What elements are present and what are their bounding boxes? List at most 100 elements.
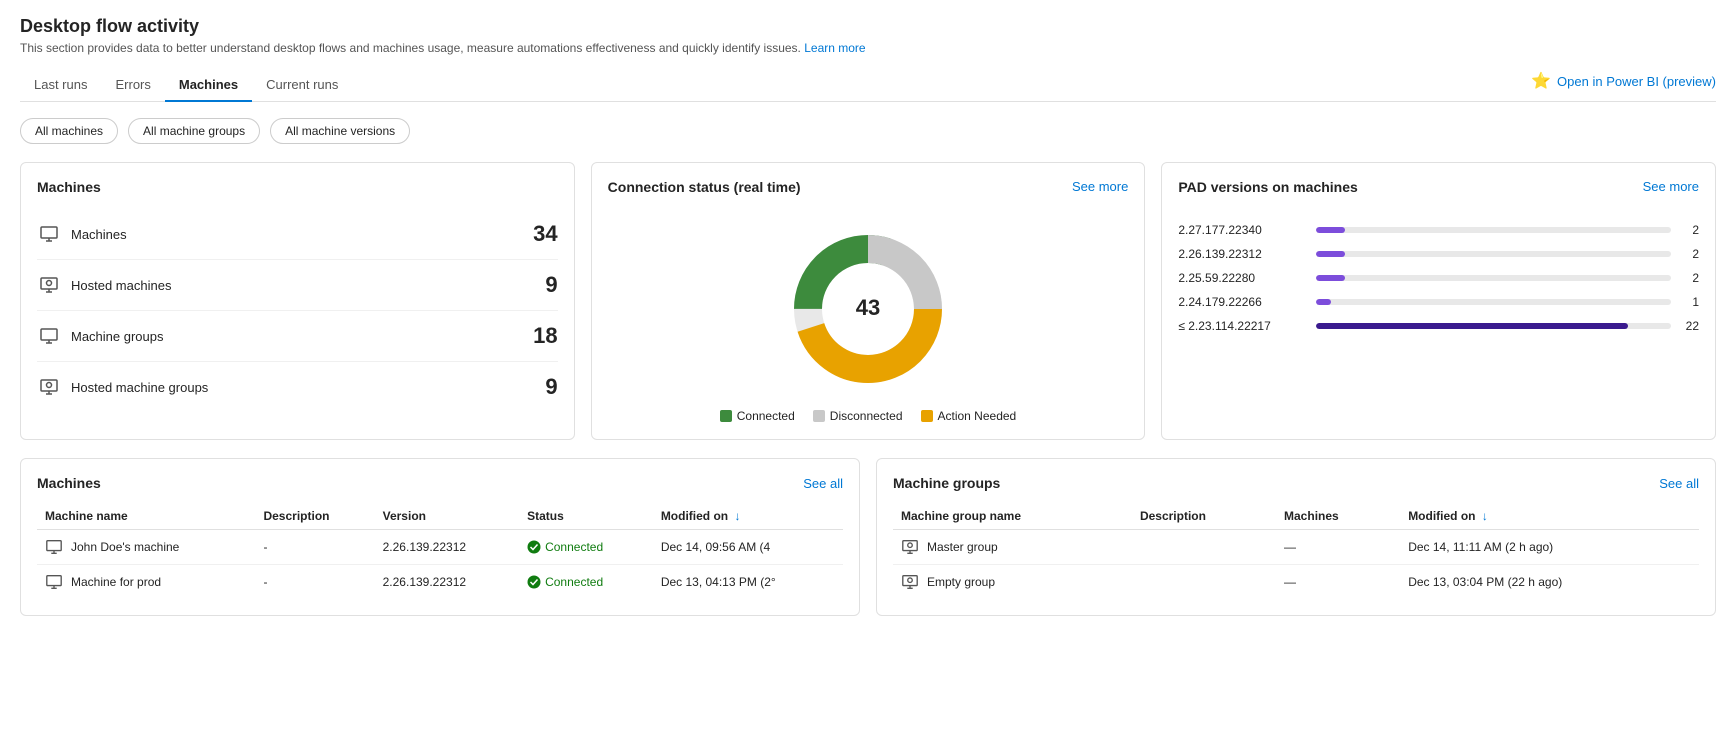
pad-versions-card: PAD versions on machines See more 2.27.1…	[1161, 162, 1716, 440]
pad-count: 1	[1679, 295, 1699, 309]
machines-cell: —	[1276, 530, 1400, 565]
legend-connected-label: Connected	[737, 409, 795, 423]
description-cell	[1132, 530, 1276, 565]
machines-cell: —	[1276, 565, 1400, 600]
filter-all-machines[interactable]: All machines	[20, 118, 118, 144]
check-circle-icon	[527, 540, 541, 554]
col-modified-on[interactable]: Modified on ↓	[653, 503, 843, 530]
donut-chart: 43	[608, 219, 1129, 399]
pad-bar-container	[1316, 323, 1671, 329]
machines-see-all-link[interactable]: See all	[803, 476, 843, 491]
modified-on-cell: Dec 13, 03:04 PM (22 h ago)	[1400, 565, 1699, 600]
tab-current-runs[interactable]: Current runs	[252, 69, 352, 102]
machine-groups-table-title: Machine groups	[893, 475, 1000, 491]
version-cell: 2.26.139.22312	[375, 530, 519, 565]
machine-name-cell: Machine for prod	[37, 565, 255, 600]
page-subtitle: This section provides data to better und…	[20, 41, 1716, 55]
table-row: Empty group — Dec 13, 03:04 PM (22 h ago…	[893, 565, 1699, 600]
version-cell: 2.26.139.22312	[375, 565, 519, 600]
pad-count: 2	[1679, 247, 1699, 261]
pad-bar-container	[1316, 275, 1671, 281]
pad-bar	[1316, 275, 1344, 281]
list-item: 2.24.179.22266 1	[1178, 295, 1699, 309]
col-machines: Machines	[1276, 503, 1400, 530]
connection-see-more-link[interactable]: See more	[1072, 179, 1128, 194]
pad-bar	[1316, 299, 1330, 305]
legend-disconnected: Disconnected	[813, 409, 903, 423]
pad-version-label: 2.25.59.22280	[1178, 271, 1308, 285]
col-group-name: Machine group name	[893, 503, 1132, 530]
hosted-machines-count: 9	[545, 272, 557, 298]
top-cards: Machines Machines 34	[20, 162, 1716, 440]
description-cell: -	[255, 530, 374, 565]
open-powerbi-button[interactable]: ⭐ Open in Power BI (preview)	[1531, 71, 1716, 99]
tab-last-runs[interactable]: Last runs	[20, 69, 101, 102]
filter-all-machine-versions[interactable]: All machine versions	[270, 118, 410, 144]
col-description: Description	[1132, 503, 1276, 530]
col-modified-on[interactable]: Modified on ↓	[1400, 503, 1699, 530]
conn-card-header: Connection status (real time) See more	[608, 179, 1129, 209]
legend-disconnected-label: Disconnected	[830, 409, 903, 423]
machines-table: Machine name Description Version Status …	[37, 503, 843, 599]
pad-bar	[1316, 323, 1628, 329]
sort-icon: ↓	[734, 509, 740, 523]
col-machine-name: Machine name	[37, 503, 255, 530]
hosted-machine-groups-icon	[37, 375, 61, 399]
machine-icon	[37, 222, 61, 246]
filter-all-machine-groups[interactable]: All machine groups	[128, 118, 260, 144]
sort-icon: ↓	[1482, 509, 1488, 523]
table-header-row: Machine group name Description Machines …	[893, 503, 1699, 530]
list-item: ≤ 2.23.114.22217 22	[1178, 319, 1699, 333]
connection-status-card: Connection status (real time) See more	[591, 162, 1146, 440]
list-item: 2.27.177.22340 2	[1178, 223, 1699, 237]
group-name-cell: Master group	[893, 530, 1132, 565]
pad-versions-title: PAD versions on machines	[1178, 179, 1357, 195]
col-version: Version	[375, 503, 519, 530]
group-name-cell: Empty group	[893, 565, 1132, 600]
status-cell: Connected	[519, 565, 653, 600]
tab-errors[interactable]: Errors	[101, 69, 164, 102]
pad-count: 2	[1679, 223, 1699, 237]
pad-count: 22	[1679, 319, 1699, 333]
machines-summary-title: Machines	[37, 179, 558, 195]
modified-on-cell: Dec 14, 11:11 AM (2 h ago)	[1400, 530, 1699, 565]
machine-groups-label: Machine groups	[71, 329, 533, 344]
tab-bar: Last runs Errors Machines Current runs ⭐…	[20, 69, 1716, 102]
powerbi-label: Open in Power BI (preview)	[1557, 74, 1716, 89]
machine-groups-table: Machine group name Description Machines …	[893, 503, 1699, 599]
pad-version-label: 2.24.179.22266	[1178, 295, 1308, 309]
tab-machines[interactable]: Machines	[165, 69, 252, 102]
hosted-machine-groups-label: Hosted machine groups	[71, 380, 545, 395]
col-status: Status	[519, 503, 653, 530]
description-cell: -	[255, 565, 374, 600]
learn-more-link[interactable]: Learn more	[804, 41, 865, 55]
legend-action-needed: Action Needed	[921, 409, 1017, 423]
table-row: Machine for prod - 2.26.139.22312	[37, 565, 843, 600]
col-description: Description	[255, 503, 374, 530]
check-circle-icon	[527, 575, 541, 589]
description-cell	[1132, 565, 1276, 600]
machines-summary-card: Machines Machines 34	[20, 162, 575, 440]
pad-bar-container	[1316, 251, 1671, 257]
tabs-left: Last runs Errors Machines Current runs	[20, 69, 352, 101]
list-item: Hosted machine groups 9	[37, 362, 558, 412]
modified-on-cell: Dec 14, 09:56 AM (4	[653, 530, 843, 565]
machine-groups-icon	[37, 324, 61, 348]
pad-version-label: 2.26.139.22312	[1178, 247, 1308, 261]
pad-see-more-link[interactable]: See more	[1643, 179, 1699, 194]
list-item: 2.26.139.22312 2	[1178, 247, 1699, 261]
status-cell: Connected	[519, 530, 653, 565]
pad-bar-container	[1316, 227, 1671, 233]
svg-text:43: 43	[856, 295, 880, 320]
list-item: 2.25.59.22280 2	[1178, 271, 1699, 285]
machines-table-header: Machines See all	[37, 475, 843, 491]
machines-table-title: Machines	[37, 475, 101, 491]
machine-groups-table-card: Machine groups See all Machine group nam…	[876, 458, 1716, 616]
machine-groups-see-all-link[interactable]: See all	[1659, 476, 1699, 491]
table-header-row: Machine name Description Version Status …	[37, 503, 843, 530]
page-title: Desktop flow activity	[20, 16, 1716, 37]
list-item: Machine groups 18	[37, 311, 558, 362]
legend-action-needed-label: Action Needed	[938, 409, 1017, 423]
machine-name-cell: John Doe's machine	[37, 530, 255, 565]
machine-groups-table-header: Machine groups See all	[893, 475, 1699, 491]
